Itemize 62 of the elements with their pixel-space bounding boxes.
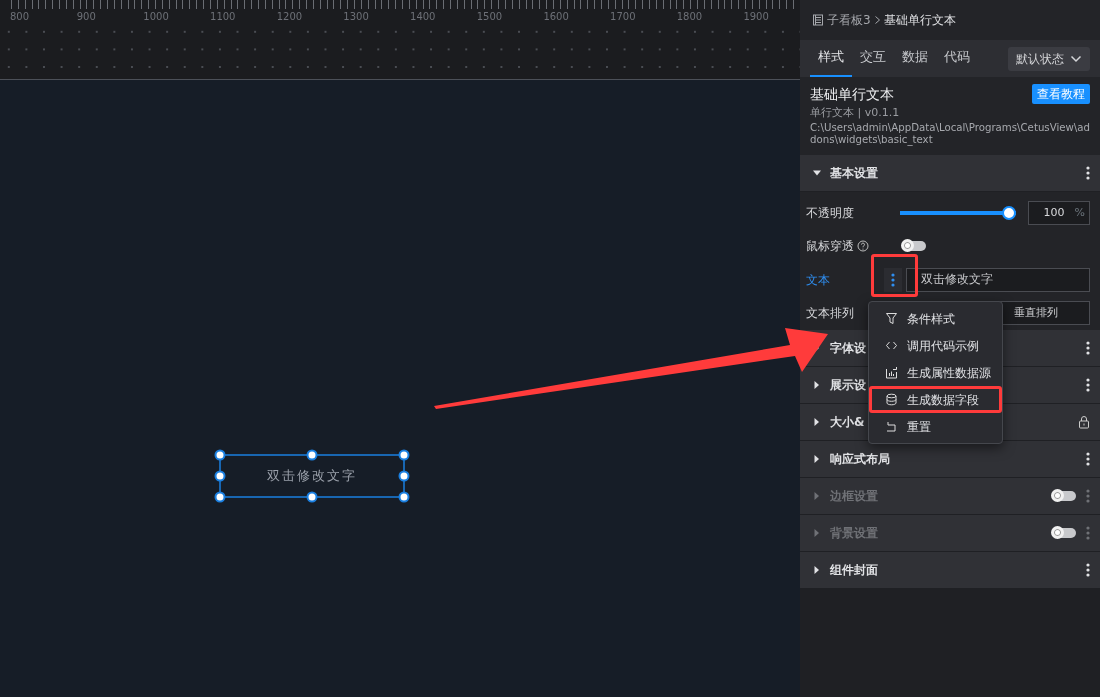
section-title: 响应式布局 (830, 451, 890, 468)
more-icon (891, 272, 895, 287)
filter-icon (885, 312, 898, 325)
section-title: 展示设 (830, 377, 866, 394)
panel-tab[interactable]: 代码 (936, 40, 978, 77)
more-icon[interactable] (1086, 452, 1090, 466)
panel-tab[interactable]: 数据 (894, 40, 936, 77)
more-icon[interactable] (1086, 378, 1090, 392)
ruler-label: 1400 (409, 10, 437, 24)
section-title: 边框设置 (830, 488, 878, 505)
component-title: 基础单行文本 (810, 85, 894, 104)
more-icon[interactable] (1086, 563, 1090, 577)
field-label: 不透明度 (806, 204, 855, 222)
menu-item[interactable]: 生成属性数据源 (869, 359, 1002, 386)
component-path: C:\Users\admin\AppData\Local\Programs\CetusView\addons\widgets\basic_text (810, 121, 1090, 147)
menu-item[interactable]: 调用代码示例 (869, 332, 1002, 359)
help-icon (857, 240, 869, 253)
more-icon[interactable] (1086, 341, 1090, 355)
more-icon[interactable] (1086, 166, 1090, 180)
ruler-label: 1800 (675, 10, 704, 24)
section-title: 背景设置 (830, 525, 878, 542)
more-button[interactable] (884, 267, 902, 292)
ruler-label: 900 (75, 10, 97, 24)
state-dropdown[interactable]: 默认状态 (1008, 46, 1090, 71)
ruler-label: 1600 (542, 10, 570, 24)
ruler-label: 1700 (609, 10, 637, 24)
ruler-label: 1100 (209, 10, 237, 24)
ruler-label: 800 (9, 10, 31, 24)
field-label: 鼠标穿透 (806, 238, 854, 256)
widget-text: 双击修改文字 (267, 467, 357, 486)
text-input[interactable]: 双击修改文字 (906, 267, 1090, 292)
section-title: 组件封面 (830, 562, 878, 579)
lock-icon[interactable] (1078, 415, 1090, 429)
field-label: 文本排列 (806, 305, 855, 323)
breadcrumb-current: 基础单行文本 (883, 12, 956, 29)
ruler-label: 1900 (742, 10, 770, 24)
menu-item[interactable]: 重置 (869, 413, 1002, 440)
chevron-down-icon (1070, 54, 1082, 63)
code-icon (885, 339, 898, 352)
component-version: 单行文本 | v0.1.1 (810, 105, 901, 121)
toggle-switch[interactable] (902, 241, 926, 252)
menu-item[interactable]: 生成数据字段 (869, 386, 1002, 413)
opacity-input[interactable]: 100 % (1027, 200, 1090, 225)
return-icon (885, 420, 898, 433)
selection-frame-drawing[interactable] (214, 449, 410, 503)
breadcrumb-link[interactable]: 子看板3 (827, 11, 871, 29)
section-title: 大小& (830, 414, 865, 431)
field-label: 文本 (806, 271, 831, 289)
highlight-frame (871, 254, 918, 297)
input-value: 100 (1043, 204, 1065, 221)
unit-label: % (1074, 204, 1085, 221)
chevron-right-icon (873, 15, 881, 25)
ruler-label: 1500 (475, 10, 504, 24)
ruler-label: 1000 (142, 10, 170, 24)
ruler-label: 1200 (275, 10, 304, 24)
panel-tab[interactable]: 交互 (852, 40, 894, 77)
section-title: 基本设置 (830, 165, 878, 182)
chart-icon (885, 366, 898, 379)
section-title: 字体设 (830, 340, 866, 357)
board-icon (812, 14, 824, 26)
ruler-label: 1300 (342, 10, 370, 24)
database-icon (885, 393, 898, 406)
